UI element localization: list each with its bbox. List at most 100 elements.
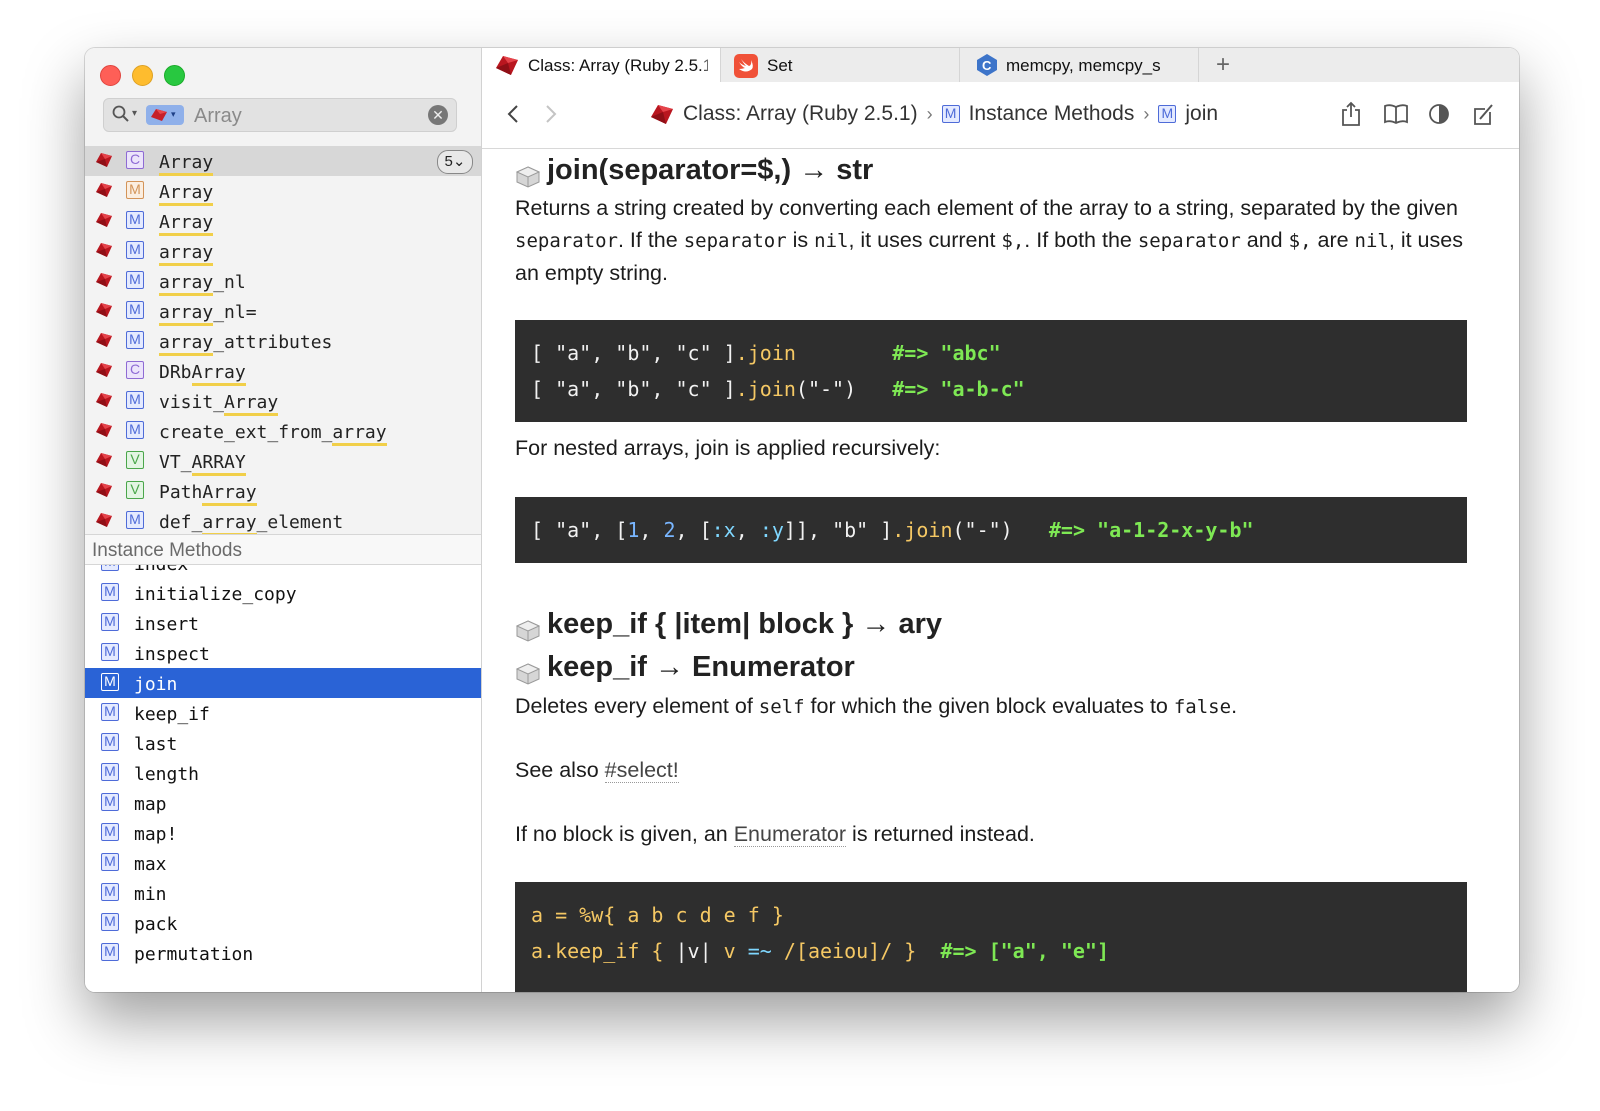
back-button[interactable] [506,103,520,125]
join-description: Returns a string created by converting e… [515,196,1463,285]
keep-if-description: Deletes every element of self for which … [515,694,1238,718]
method-signature: keep_if { |item| block } → ary [515,608,942,642]
method-type-badge: M [101,703,119,721]
toc-item[interactable]: Minitialize_copy [85,578,481,608]
method-type-badge: M [101,793,119,811]
method-type-badge: M [101,673,119,691]
toc-item[interactable]: Mpack [85,908,481,938]
search-icon[interactable] [112,105,130,123]
toc-item[interactable]: Minspect [85,638,481,668]
toc-item[interactable]: Mindex [85,565,481,578]
search-result-item[interactable]: Mdef_array_element [85,506,481,534]
window-controls [100,65,185,86]
clear-search-icon[interactable]: ✕ [428,105,448,125]
toc-item[interactable]: Mpermutation [85,938,481,968]
docset-filter-pill[interactable]: ▾ [146,105,184,125]
sidebar: ▾ ▾ ✕ CArray5⌄MArrayMArrayMarrayMarray_n… [85,48,482,992]
search-result-item[interactable]: Marray_nl= [85,296,481,326]
share-icon[interactable] [1339,101,1363,127]
toc-item-label: join [134,674,178,695]
select-link[interactable]: #select! [604,758,679,783]
toc-item-label: length [134,764,200,785]
code-example-nested: [ "a", [1, 2, [:x, :y]], "b" ].join("-")… [515,497,1467,563]
main-pane: Class: Array (Ruby 2.5.1) Set C memcpy, … [482,48,1519,992]
toc-item-label: keep_if [134,704,210,725]
toc-item[interactable]: Mmap! [85,818,481,848]
search-result-item[interactable]: C DRbArray [85,356,481,386]
toc-section-header: Instance Methods [85,534,481,565]
breadcrumb-item-class[interactable]: Class: Array (Ruby 2.5.1) [683,102,918,126]
appearance-icon[interactable] [1427,101,1451,127]
method-block-icon [515,663,541,685]
ruby-gem-icon [496,56,518,75]
toc-item[interactable]: Mjoin [85,668,481,698]
ruby-gem-icon [95,512,113,533]
search-result-label: PathArray [159,482,257,506]
tab-array[interactable]: Class: Array (Ruby 2.5.1) [482,48,721,83]
entry-type-badge: M [126,391,144,409]
tab-bar: Class: Array (Ruby 2.5.1) Set C memcpy, … [482,48,1519,83]
search-result-item[interactable]: V PathArray [85,476,481,506]
enumerator-link[interactable]: Enumerator [733,822,847,847]
result-count-badge[interactable]: 5⌄ [437,150,473,174]
search-result-label: Array [159,212,214,236]
search-result-item[interactable]: M Array [85,206,481,236]
search-result-item[interactable]: Marray_nl [85,266,481,296]
toc-item-label: insert [134,614,200,635]
forward-button[interactable] [544,103,558,125]
search-result-item[interactable]: Marray [85,236,481,266]
search-result-item[interactable]: C Array 5⌄ [85,146,481,176]
method-type-badge: M [941,105,960,123]
toc-item[interactable]: Mmax [85,848,481,878]
method-block-icon [515,166,541,188]
toc-item[interactable]: Mlength [85,758,481,788]
toc-item[interactable]: Minsert [85,608,481,638]
toc-item[interactable]: Mmap [85,788,481,818]
search-result-label: array_nl= [159,302,257,326]
toc-item-label: permutation [134,944,254,965]
method-type-badge: M [101,823,119,841]
entry-type-badge: M [126,181,144,199]
search-result-item[interactable]: Mvisit_Array [85,386,481,416]
app-window: ▾ ▾ ✕ CArray5⌄MArrayMArrayMarrayMarray_n… [85,48,1519,992]
search-result-item[interactable]: Marray_attributes [85,326,481,356]
search-result-item[interactable]: M Array [85,176,481,206]
zoom-window-button[interactable] [164,65,185,86]
search-result-label: array [159,242,214,266]
tab-set[interactable]: Set [721,48,960,82]
toc-item-label: index [134,565,188,575]
ruby-gem-icon [95,242,113,263]
bookmarks-icon[interactable] [1383,101,1408,127]
toc-item-label: initialize_copy [134,584,297,605]
entry-type-badge: C [126,361,144,379]
entry-type-badge: V [126,451,144,469]
ruby-gem-icon [95,182,113,203]
method-block-icon [515,620,541,642]
search-input[interactable] [192,102,426,130]
search-result-label: array_attributes [159,332,332,356]
toc-item[interactable]: Mmin [85,878,481,908]
annotate-icon[interactable] [1471,101,1495,127]
new-tab-button[interactable]: + [1212,51,1234,79]
tab-memcpy[interactable]: C memcpy, memcpy_s [960,48,1199,82]
toc-item[interactable]: Mkeep_if [85,698,481,728]
search-result-label: Array [159,182,214,206]
search-result-label: visit_Array [159,392,279,416]
close-window-button[interactable] [100,65,121,86]
method-type-badge: M [101,643,119,661]
tab-label: memcpy, memcpy_s [1006,56,1161,75]
search-options-chevron-icon[interactable]: ▾ [132,108,137,119]
ruby-gem-icon [95,332,113,353]
search-result-item[interactable]: V VT_ARRAY [85,446,481,476]
ruby-gem-icon [95,392,113,413]
breadcrumb-item-section[interactable]: Instance Methods [969,102,1135,126]
toc-item-label: pack [134,914,178,935]
tab-label: Set [767,56,793,75]
search-field[interactable]: ▾ ▾ ✕ [103,98,457,132]
method-type-badge: M [101,583,119,601]
minimize-window-button[interactable] [132,65,153,86]
search-result-item[interactable]: Mcreate_ext_from_array [85,416,481,446]
ruby-gem-icon [95,482,113,503]
toc-item[interactable]: Mlast [85,728,481,758]
breadcrumb-item-method[interactable]: join [1185,102,1218,126]
